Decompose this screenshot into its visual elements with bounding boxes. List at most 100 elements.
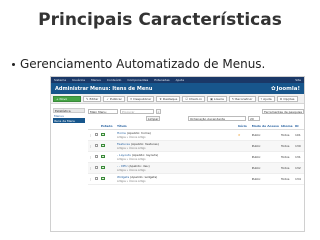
- ordering-select[interactable]: Ordenação Ascendente: [188, 116, 246, 121]
- edit-button[interactable]: ✎ Editar: [83, 95, 102, 102]
- title-cell: - Layouts (Apelido: layouts) Artigos » Ún…: [116, 151, 237, 163]
- unpublish-button-label: Despublicar: [133, 96, 152, 101]
- new-button[interactable]: + Novo: [53, 95, 81, 102]
- language-cell: Todos: [280, 140, 294, 152]
- id-cell: 134: [294, 173, 304, 185]
- status-toggle[interactable]: [100, 140, 116, 152]
- trash-button[interactable]: ▣ Lixeira: [207, 95, 227, 102]
- item-type: Artigos » Únicos Artigo: [117, 179, 146, 183]
- rebuild-button-label: Reconstruir: [235, 96, 253, 101]
- options-button[interactable]: ⚙ Opções: [276, 95, 298, 102]
- limit-select[interactable]: 20: [248, 116, 260, 121]
- item-alias: (Apelido: deu): [128, 163, 150, 168]
- id-cell: 130: [294, 140, 304, 152]
- home-cell[interactable]: [236, 173, 251, 185]
- checkin-button[interactable]: ☑ Check-in: [182, 95, 206, 102]
- sidebar: Estatística Menus Itens de Menu: [53, 108, 85, 123]
- status-toggle[interactable]: [100, 129, 116, 141]
- joomla-logo-text: Joomla!: [276, 85, 300, 92]
- edit-button-label: Editar: [89, 96, 99, 101]
- page-header: Administrar Menus: Itens de Menu ✿ Jooml…: [51, 83, 304, 94]
- item-title-link[interactable]: Features: [117, 142, 130, 146]
- title-cell: - - DEU (Apelido: deu) Artigos » Únicos A…: [116, 162, 237, 174]
- table-row: ⋮ Widgets (Apelido: widgets) Artigos » Ún…: [88, 173, 304, 185]
- question-icon: ?: [260, 96, 263, 101]
- search-tools-button[interactable]: Ferramentas de pesquisa: [262, 109, 304, 114]
- help-button[interactable]: ? Ajuda: [257, 95, 275, 102]
- main-content: Main Menu Procurar ⌕ Ferramentas de pesq…: [88, 108, 304, 185]
- item-title-link[interactable]: - Layouts: [117, 153, 131, 157]
- menu-items-table: Estado Título Início Modo de Acesso Idio…: [88, 123, 304, 185]
- publish-button[interactable]: ✓ Publicar: [103, 95, 125, 102]
- menu-item-usuarios[interactable]: Usuários: [72, 78, 85, 82]
- id-cell: 131: [294, 151, 304, 163]
- refresh-icon: ↻: [231, 96, 235, 101]
- featured-button-label: Destaque: [162, 96, 178, 101]
- table-row: ⋮ - - DEU (Apelido: deu) Artigos » Únicos…: [88, 162, 304, 174]
- x-icon: ✕: [129, 96, 133, 101]
- plus-icon: +: [56, 96, 59, 101]
- table-row: ⋮ Features (Apelido: features) Artigos » …: [88, 140, 304, 152]
- home-cell[interactable]: [236, 162, 251, 174]
- language-cell: Todos: [280, 129, 294, 141]
- home-star-icon: ★: [237, 132, 241, 137]
- page-title: Administrar Menus: Itens de Menu: [55, 85, 153, 92]
- bullet-text: Gerenciamento Automatizado de Menus.: [20, 57, 266, 71]
- trash-icon: ▣: [210, 96, 213, 101]
- access-cell: Public: [250, 140, 280, 152]
- trash-button-label: Lixeira: [213, 96, 224, 101]
- menu-item-sistema[interactable]: Sistema: [54, 78, 66, 82]
- new-button-label: Novo: [59, 96, 68, 101]
- star-icon: ★: [159, 96, 162, 101]
- status-toggle[interactable]: [100, 151, 116, 163]
- access-cell: Public: [250, 162, 280, 174]
- checkin-icon: ☑: [185, 96, 189, 101]
- item-title-link[interactable]: - - DEU: [117, 164, 127, 168]
- menu-item-ajuda[interactable]: Ajuda: [176, 78, 185, 82]
- menu-select[interactable]: Main Menu: [88, 109, 118, 114]
- item-type: Artigos » Únicos Artigo: [117, 146, 146, 150]
- slide: Principais Características Gerenciamento…: [0, 0, 320, 240]
- menu-item-menus[interactable]: Menus: [91, 78, 101, 82]
- clear-button[interactable]: Limpar: [146, 116, 161, 121]
- menu-item-componentes[interactable]: Componentes: [127, 78, 148, 82]
- rebuild-button[interactable]: ↻ Reconstruir: [228, 95, 256, 102]
- slide-title: Principais Características: [38, 10, 282, 30]
- unpublish-button[interactable]: ✕ Despublicar: [126, 95, 155, 102]
- title-cell: Features (Apelido: features) Artigos » Ún…: [116, 140, 237, 152]
- language-cell: Todos: [280, 162, 294, 174]
- filter-bar: Main Menu Procurar ⌕ Ferramentas de pesq…: [88, 108, 304, 115]
- table-row: ⋮ Home (Apelido: home) Artigos » Únicos A…: [88, 129, 304, 141]
- status-toggle[interactable]: [100, 173, 116, 185]
- item-title-link[interactable]: Widgets: [117, 175, 129, 179]
- check-icon: ✓: [106, 96, 109, 101]
- search-button[interactable]: ⌕: [156, 109, 161, 114]
- joomla-logo-icon: ✿: [270, 85, 276, 92]
- id-cell: 132: [294, 162, 304, 174]
- item-alias: (Apelido: features): [130, 141, 159, 146]
- item-type: Artigos » Únicos Artigo: [117, 168, 146, 172]
- item-type: Artigos » Únicos Artigo: [117, 135, 146, 139]
- menu-item-conteudo[interactable]: Conteúdo: [107, 78, 122, 82]
- item-alias: (Apelido: layouts): [131, 152, 159, 157]
- id-cell: 101: [294, 129, 304, 141]
- toolbar: + Novo ✎ Editar ✓ Publicar ✕ Despublicar ★ De…: [51, 94, 304, 104]
- access-cell: Public: [250, 129, 280, 141]
- item-title-link[interactable]: Home: [117, 131, 126, 135]
- help-button-label: Ajuda: [263, 96, 272, 101]
- featured-button[interactable]: ★ Destaque: [156, 95, 181, 102]
- menu-item-extensoes[interactable]: Extensões: [154, 78, 169, 82]
- language-cell: Todos: [280, 151, 294, 163]
- site-link[interactable]: Site: [295, 78, 301, 82]
- access-cell: Public: [250, 151, 280, 163]
- home-cell[interactable]: [236, 151, 251, 163]
- search-input[interactable]: Procurar: [120, 109, 154, 114]
- item-type: Artigos » Únicos Artigo: [117, 157, 146, 161]
- joomla-screenshot: Sistema Usuários Menus Conteúdo Componen…: [50, 76, 305, 232]
- home-cell[interactable]: ★: [236, 129, 251, 141]
- bullet-dot: [12, 63, 15, 66]
- sort-controls: Ordenação Ascendente 20: [188, 116, 260, 121]
- sidebar-item-menu-items[interactable]: Itens de Menu: [53, 118, 85, 123]
- status-toggle[interactable]: [100, 162, 116, 174]
- home-cell[interactable]: [236, 140, 251, 152]
